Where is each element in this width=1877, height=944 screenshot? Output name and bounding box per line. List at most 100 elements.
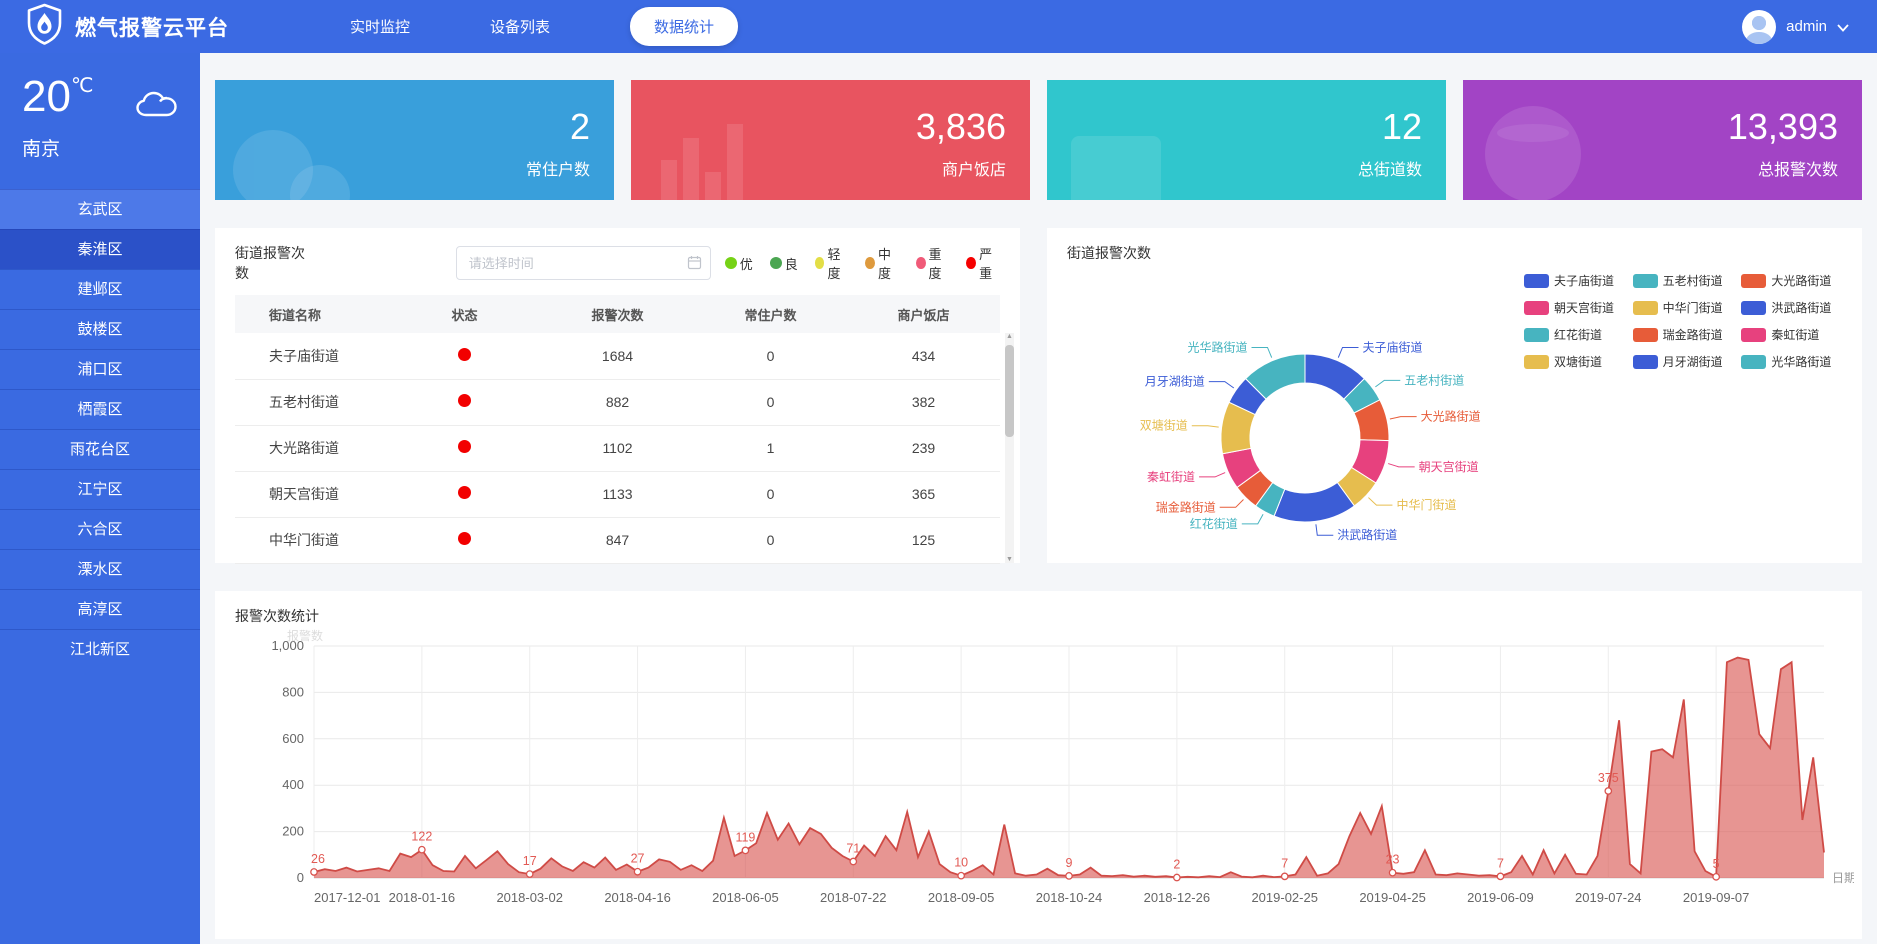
data-point-marker[interactable] (311, 869, 317, 875)
data-point-marker[interactable] (958, 872, 964, 878)
nav-tab[interactable]: 设备列表 (490, 16, 550, 37)
table-column-header: 状态 (388, 295, 541, 333)
donut-legend-item[interactable]: 秦虹街道 (1741, 326, 1846, 343)
street-name-cell: 大光路街道 (235, 425, 388, 471)
data-point-label: 122 (411, 830, 432, 844)
data-point-marker[interactable] (1497, 873, 1503, 879)
legend-label: 五老村街道 (1663, 272, 1723, 289)
x-axis-tick-label: 2018-09-05 (928, 890, 995, 905)
legend-label: 秦虹街道 (1771, 326, 1819, 343)
avatar (1742, 10, 1776, 44)
table-row[interactable]: 夫子庙街道16840434 (235, 333, 1000, 379)
x-axis-tick-label: 2018-12-26 (1144, 890, 1211, 905)
sidebar-item-district[interactable]: 江宁区 (0, 469, 200, 509)
sidebar-item-district[interactable]: 浦口区 (0, 349, 200, 389)
severity-dot-icon (725, 257, 737, 269)
data-point-marker[interactable] (1713, 874, 1719, 880)
sidebar-item-district[interactable]: 高淳区 (0, 589, 200, 629)
scrollbar-thumb[interactable] (1005, 345, 1014, 437)
data-point-marker[interactable] (1066, 873, 1072, 879)
sidebar-item-district[interactable]: 鼓楼区 (0, 309, 200, 349)
data-point-marker[interactable] (634, 869, 640, 875)
alarm-trend-panel: 报警次数统计 02004006008001,0002017-12-012018-… (215, 591, 1862, 939)
table-row[interactable]: 朝天宫街道11330365 (235, 471, 1000, 517)
severity-label: 优 (740, 254, 753, 273)
data-point-marker[interactable] (1174, 874, 1180, 880)
data-point-label: 10 (954, 856, 968, 870)
data-point-marker[interactable] (850, 858, 856, 864)
x-axis-tick-label: 2018-04-16 (604, 890, 671, 905)
alarm-count-cell: 1133 (541, 471, 694, 517)
donut-legend-item[interactable]: 朝天宫街道 (1524, 299, 1629, 316)
severity-dot-icon (865, 257, 875, 269)
data-point-marker[interactable] (527, 871, 533, 877)
sidebar: 20 ℃ 南京 玄武区秦淮区建邺区鼓楼区浦口区栖霞区雨花台区江宁区六合区溧水区高… (0, 53, 200, 944)
user-menu[interactable]: admin (1742, 0, 1849, 53)
donut-legend-item[interactable]: 红花街道 (1524, 326, 1629, 343)
legend-swatch (1633, 328, 1658, 342)
donut-legend-item[interactable]: 中华门街道 (1633, 299, 1738, 316)
stat-card-value: 12 (1382, 106, 1422, 148)
y-axis-name: 报警数 (287, 628, 323, 643)
merchants-cell: 365 (847, 471, 1000, 517)
data-point-marker[interactable] (1389, 869, 1395, 875)
donut-legend-item[interactable]: 五老村街道 (1633, 272, 1738, 289)
donut-legend-item[interactable]: 双塘街道 (1524, 353, 1629, 370)
data-point-marker[interactable] (419, 846, 425, 852)
donut-legend-item[interactable]: 夫子庙街道 (1524, 272, 1629, 289)
status-cell (388, 471, 541, 517)
sidebar-item-district[interactable]: 玄武区 (0, 189, 200, 229)
donut-legend-item[interactable]: 月牙湖街道 (1633, 353, 1738, 370)
severity-legend-item: 中度 (865, 244, 899, 282)
donut-legend-item[interactable]: 光华路街道 (1741, 353, 1846, 370)
sidebar-item-district[interactable]: 江北新区 (0, 629, 200, 669)
table-row[interactable]: 五老村街道8820382 (235, 379, 1000, 425)
scroll-up-icon[interactable]: ▲ (1005, 333, 1014, 340)
x-axis-tick-label: 2019-02-25 (1251, 890, 1318, 905)
severity-legend-item: 良 (770, 254, 798, 273)
date-picker-input[interactable] (456, 246, 711, 280)
data-point-marker[interactable] (742, 847, 748, 853)
donut-legend-item[interactable]: 瑞金路街道 (1633, 326, 1738, 343)
stat-cards-row: 2常住户数3,836商户饭店12总街道数13,393总报警次数 (215, 80, 1862, 200)
brand: 燃气报警云平台 (0, 3, 300, 50)
donut-segment-label: 大光路街道 (1421, 409, 1481, 424)
residents-cell: 1 (694, 425, 847, 471)
sidebar-item-district[interactable]: 六合区 (0, 509, 200, 549)
sidebar-item-district[interactable]: 溧水区 (0, 549, 200, 589)
nav-tab[interactable]: 数据统计 (630, 7, 738, 46)
table-row[interactable]: 大光路街道11021239 (235, 425, 1000, 471)
alarm-trend-chart: 02004006008001,0002017-12-012018-01-1620… (229, 628, 1854, 928)
donut-label-line (1199, 473, 1225, 477)
legend-swatch (1741, 274, 1766, 288)
x-axis-tick-label: 2018-07-22 (820, 890, 887, 905)
donut-legend-item[interactable]: 大光路街道 (1741, 272, 1846, 289)
table-scrollbar[interactable]: ▲ ▼ (1005, 333, 1014, 563)
donut-segment-label: 红花街道 (1190, 516, 1238, 531)
x-axis-tick-label: 2018-01-16 (389, 890, 456, 905)
sidebar-item-district[interactable]: 建邺区 (0, 269, 200, 309)
severity-dot-icon (966, 257, 976, 269)
severity-label: 严重 (979, 244, 1000, 282)
donut-legend-item[interactable]: 洪武路街道 (1741, 299, 1846, 316)
sidebar-item-district[interactable]: 栖霞区 (0, 389, 200, 429)
stat-card-label: 商户饭店 (942, 156, 1006, 180)
merchants-cell: 434 (847, 333, 1000, 379)
scroll-down-icon[interactable]: ▼ (1005, 556, 1014, 563)
data-point-label: 5 (1713, 857, 1720, 871)
data-point-marker[interactable] (1282, 873, 1288, 879)
data-point-label: 7 (1497, 856, 1504, 870)
table-row[interactable]: 中华门街道8470125 (235, 517, 1000, 563)
data-point-marker[interactable] (1605, 788, 1611, 794)
shield-flame-logo-icon (26, 3, 63, 50)
donut-segment-label: 中华门街道 (1396, 497, 1456, 512)
sidebar-item-district[interactable]: 雨花台区 (0, 429, 200, 469)
y-axis-tick-label: 600 (282, 731, 304, 746)
severity-label: 中度 (878, 244, 899, 282)
status-dot-icon (458, 348, 471, 361)
sidebar-item-district[interactable]: 秦淮区 (0, 229, 200, 269)
stat-card-value: 2 (570, 106, 590, 148)
legend-swatch (1633, 355, 1658, 369)
nav-tab[interactable]: 实时监控 (350, 16, 410, 37)
status-cell (388, 333, 541, 379)
